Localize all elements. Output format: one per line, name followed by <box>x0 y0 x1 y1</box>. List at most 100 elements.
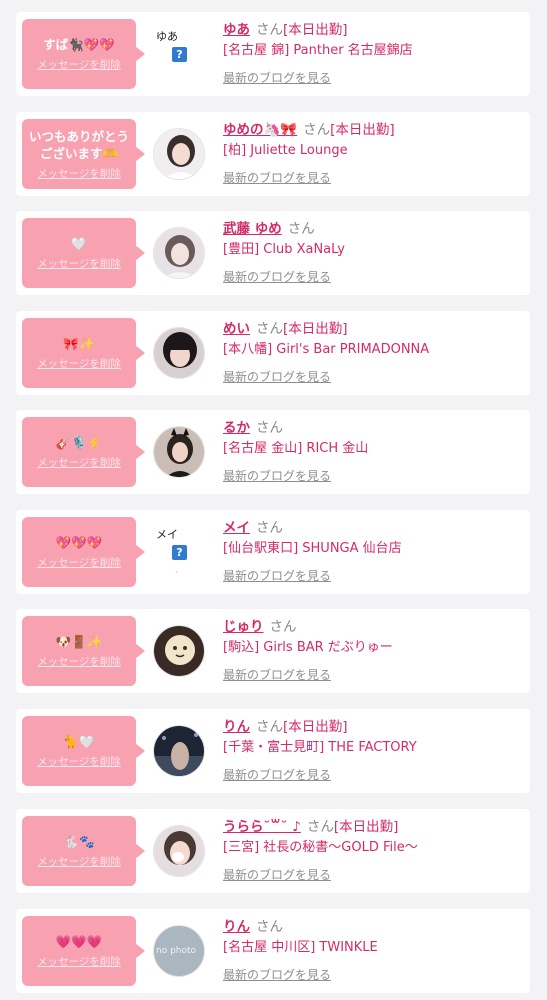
shop-name: [柏] Juliette Lounge <box>223 143 348 158</box>
latest-blog-link[interactable]: 最新のブログを見る <box>223 71 331 85</box>
shop-name: [仙台駅東口] SHUNGA 仙台店 <box>223 541 402 556</box>
delete-message-link[interactable]: メッセージを削除 <box>37 856 121 869</box>
honorific: さん <box>256 22 283 38</box>
shop-name: [豊田] Club XaNaLy <box>223 242 345 257</box>
latest-blog-link[interactable]: 最新のブログを見る <box>223 768 331 782</box>
latest-blog-link[interactable]: 最新のブログを見る <box>223 469 331 483</box>
shop-name: [名古屋 錦] Panther 名古屋錦店 <box>223 43 413 58</box>
on-duty-badge: [本日出勤] <box>283 719 348 735</box>
user-name-link[interactable]: 武藤 ゆめ <box>223 221 282 237</box>
latest-blog-link[interactable]: 最新のブログを見る <box>223 171 331 185</box>
avatar[interactable] <box>153 128 205 180</box>
avatar[interactable] <box>153 327 205 379</box>
on-duty-badge: [本日出勤] <box>330 122 395 138</box>
list-item: 🎀✨ メッセージを削除 めい さん[本日出勤] [本八幡] Girl's Bar … <box>16 311 530 395</box>
broken-image-icon: ? <box>172 47 187 62</box>
list-item: 🎸🎙️⚡️ メッセージを削除 るか さん [名古屋 金山] RICH 金山 最新の… <box>16 410 530 494</box>
message-text: 🐶🚪✨ <box>55 634 103 649</box>
avatar-alt-text: no photo <box>156 946 197 956</box>
message-text: 💖💖💖 <box>55 535 103 550</box>
avatar-alt-text: ゆあ <box>156 30 178 43</box>
list-item: 🐈🤍 メッセージを削除 りん さん[本日出勤] [千葉・富士見町] THE FAC… <box>16 709 530 793</box>
message-bubble: 🐈🤍 メッセージを削除 <box>22 716 145 786</box>
user-name-link[interactable]: メイ <box>223 520 250 536</box>
message-list: すば🐈‍⬛💖💖 メッセージを削除 ゆあ ? ゆあ さん[本日出勤] [名古屋 錦]… <box>0 0 547 1000</box>
on-duty-badge: [本日出勤] <box>283 22 348 38</box>
message-bubble: 🐶🚪✨ メッセージを削除 <box>22 616 145 686</box>
user-name-link[interactable]: うらら˘꒳˘ ♪ <box>223 819 301 835</box>
list-item: いつもありがとうございます🫶 メッセージを削除 ゆめの🦄🎀 さん[本日出勤] [柏… <box>16 112 530 196</box>
broken-image-icon: ? <box>172 545 187 560</box>
message-text: 🤍 <box>71 236 87 251</box>
avatar[interactable] <box>153 426 205 478</box>
avatar[interactable]: ゆあ ? <box>156 28 208 84</box>
shop-name: [駒込] Girls BAR だぶりゅー <box>223 640 393 655</box>
honorific: さん <box>256 919 283 935</box>
shop-name: [三宮] 社長の秘書〜GOLD File〜 <box>223 840 418 855</box>
avatar[interactable] <box>153 227 205 279</box>
honorific: さん <box>269 619 297 635</box>
delete-message-link[interactable]: メッセージを削除 <box>37 656 121 669</box>
latest-blog-link[interactable]: 最新のブログを見る <box>223 868 331 882</box>
avatar[interactable] <box>153 725 205 777</box>
honorific: さん <box>256 520 283 536</box>
honorific: さん <box>306 819 334 835</box>
user-name-link[interactable]: りん <box>223 919 250 935</box>
avatar-alt-text: メイ <box>156 528 178 541</box>
avatar[interactable] <box>153 825 205 877</box>
message-bubble: 💗💗💗 メッセージを削除 <box>22 916 145 986</box>
list-item: 🤍 メッセージを削除 武藤 ゆめ さん [豊田] Club XaNaLy 最新のブ… <box>16 211 530 295</box>
honorific: さん <box>287 221 315 237</box>
honorific: さん <box>256 719 283 735</box>
latest-blog-link[interactable]: 最新のブログを見る <box>223 270 331 284</box>
shop-name: [名古屋 中川区] TWINKLE <box>223 940 378 955</box>
delete-message-link[interactable]: メッセージを削除 <box>37 956 121 969</box>
delete-message-link[interactable]: メッセージを削除 <box>37 457 121 470</box>
latest-blog-link[interactable]: 最新のブログを見る <box>223 569 331 583</box>
avatar[interactable] <box>153 625 205 677</box>
list-item: すば🐈‍⬛💖💖 メッセージを削除 ゆあ ? ゆあ さん[本日出勤] [名古屋 錦]… <box>16 12 530 96</box>
user-name-link[interactable]: めい <box>223 321 250 337</box>
message-text: 🎀✨ <box>63 336 95 351</box>
message-text: いつもありがとうございます🫶 <box>28 128 129 161</box>
user-name-link[interactable]: るか <box>223 420 250 436</box>
user-name-link[interactable]: ゆめの🦄🎀 <box>223 122 297 138</box>
message-bubble: 🎸🎙️⚡️ メッセージを削除 <box>22 417 145 487</box>
message-text: 🎸🎙️⚡️ <box>55 435 103 450</box>
delete-message-link[interactable]: メッセージを削除 <box>37 168 121 181</box>
on-duty-badge: [本日出勤] <box>283 321 348 337</box>
message-text: すば🐈‍⬛💖💖 <box>43 37 115 52</box>
message-bubble: いつもありがとうございます🫶 メッセージを削除 <box>22 119 145 189</box>
shop-name: [本八幡] Girl's Bar PRIMADONNA <box>223 342 430 357</box>
message-bubble: 🐇🐾 メッセージを削除 <box>22 816 145 886</box>
latest-blog-link[interactable]: 最新のブログを見る <box>223 968 331 982</box>
message-bubble: 💖💖💖 メッセージを削除 <box>22 517 145 587</box>
message-text: 🐇🐾 <box>63 834 95 849</box>
user-name-link[interactable]: じゅり <box>223 619 264 635</box>
list-item: 💗💗💗 メッセージを削除 no photo りん さん [名古屋 中川区] TWI… <box>16 909 530 993</box>
list-item: 🐇🐾 メッセージを削除 うらら˘꒳˘ ♪ さん[本日出勤] [三宮] 社長の秘書〜… <box>16 809 530 893</box>
message-bubble: 🤍 メッセージを削除 <box>22 218 145 288</box>
user-name-link[interactable]: ゆあ <box>223 22 250 38</box>
message-text: 💗💗💗 <box>55 934 103 949</box>
honorific: さん <box>303 122 331 138</box>
delete-message-link[interactable]: メッセージを削除 <box>37 59 121 72</box>
honorific: さん <box>256 420 283 436</box>
latest-blog-link[interactable]: 最新のブログを見る <box>223 370 331 384</box>
delete-message-link[interactable]: メッセージを削除 <box>37 258 121 271</box>
user-name-link[interactable]: りん <box>223 719 250 735</box>
latest-blog-link[interactable]: 最新のブログを見る <box>223 668 331 682</box>
shop-name: [名古屋 金山] RICH 金山 <box>223 441 369 456</box>
delete-message-link[interactable]: メッセージを削除 <box>37 557 121 570</box>
delete-message-link[interactable]: メッセージを削除 <box>37 358 121 371</box>
message-bubble: すば🐈‍⬛💖💖 メッセージを削除 <box>22 19 145 89</box>
shop-name: [千葉・富士見町] THE FACTORY <box>223 740 417 755</box>
honorific: さん <box>256 321 283 337</box>
message-text: 🐈🤍 <box>63 734 95 749</box>
avatar[interactable]: no photo <box>153 925 205 977</box>
avatar[interactable]: メイ ? · <box>156 526 208 582</box>
image-placeholder-mark: · <box>175 568 178 577</box>
on-duty-badge: [本日出勤] <box>333 819 399 835</box>
list-item: 💖💖💖 メッセージを削除 メイ ? · メイ さん [仙台駅東口] SHUNGA … <box>16 510 530 594</box>
delete-message-link[interactable]: メッセージを削除 <box>37 756 121 769</box>
